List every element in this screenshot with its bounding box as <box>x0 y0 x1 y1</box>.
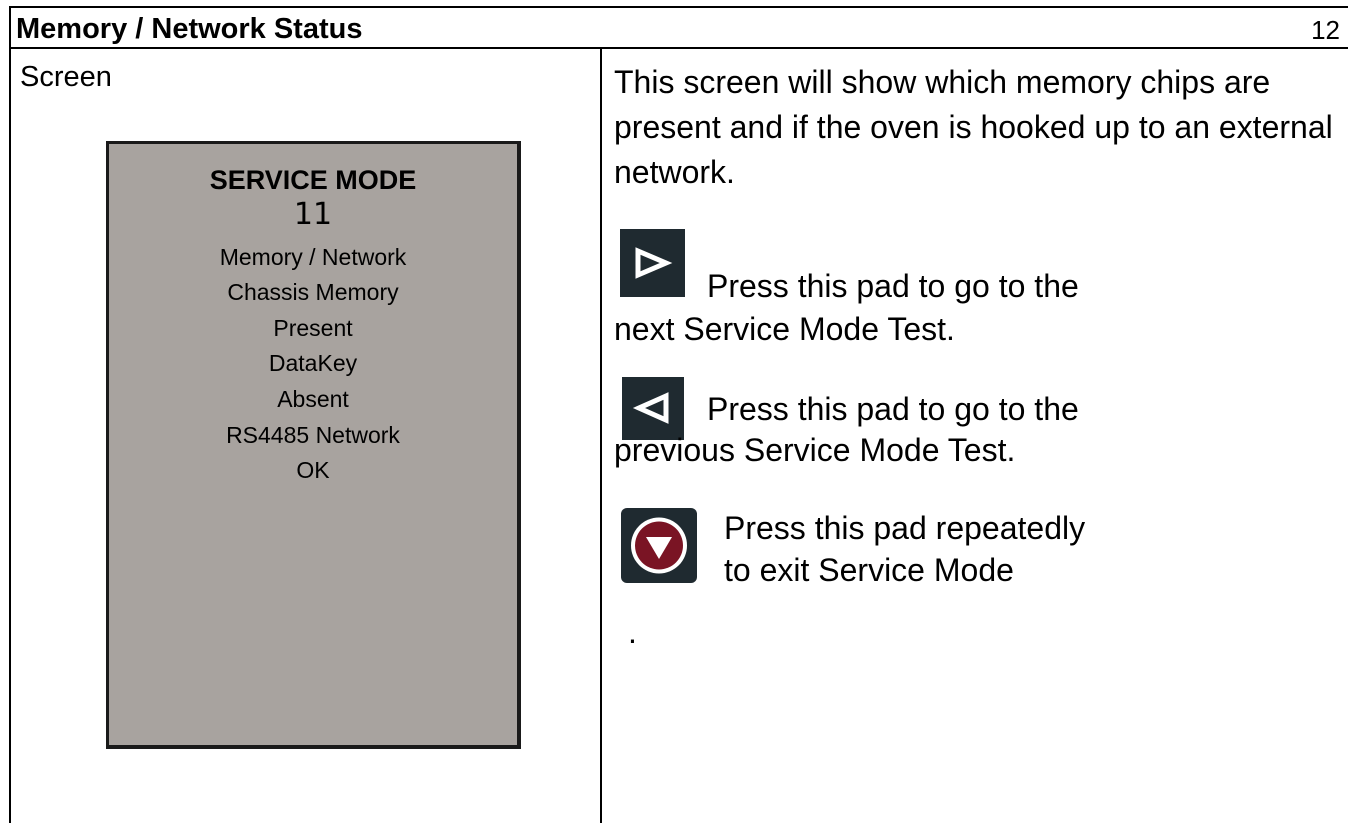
intro-paragraph: This screen will show which memory chips… <box>614 64 1333 190</box>
down-circle-icon <box>621 508 697 583</box>
display-title: SERVICE MODE <box>209 165 417 195</box>
document-page: Memory / Network Status 12 Screen SERVIC… <box>0 0 1348 823</box>
screen-label: Screen <box>20 61 112 93</box>
frame-left-border <box>9 6 11 823</box>
display-line: Present <box>273 315 353 341</box>
display-line: Chassis Memory <box>227 279 399 305</box>
trailing-period: . <box>628 614 637 650</box>
page-title: Memory / Network Status <box>16 13 363 45</box>
service-mode-display: SERVICE MODE 11 Memory / Network Chassis… <box>106 141 521 749</box>
previous-pad-description: previous Service Mode Test. <box>614 432 1016 468</box>
next-pad-description: Press this pad to go to the <box>707 268 1079 304</box>
display-line: Memory / Network <box>219 244 407 270</box>
display-test-number: 11 <box>293 197 333 232</box>
exit-pad-description: Press this pad repeatedly <box>724 510 1086 546</box>
play-right-icon <box>620 229 685 297</box>
frame-top-border <box>9 6 1348 8</box>
display-line: OK <box>296 457 330 483</box>
previous-pad-description: Press this pad to go to the <box>707 391 1079 427</box>
exit-pad-description: to exit Service Mode <box>724 552 1014 588</box>
display-line: RS4485 Network <box>226 422 400 448</box>
page-number: 12 <box>1311 15 1340 45</box>
header-divider <box>9 47 1348 49</box>
next-pad-description: next Service Mode Test. <box>614 311 955 347</box>
display-line: DataKey <box>268 350 358 376</box>
display-line: Absent <box>277 386 349 412</box>
column-divider <box>600 47 602 823</box>
